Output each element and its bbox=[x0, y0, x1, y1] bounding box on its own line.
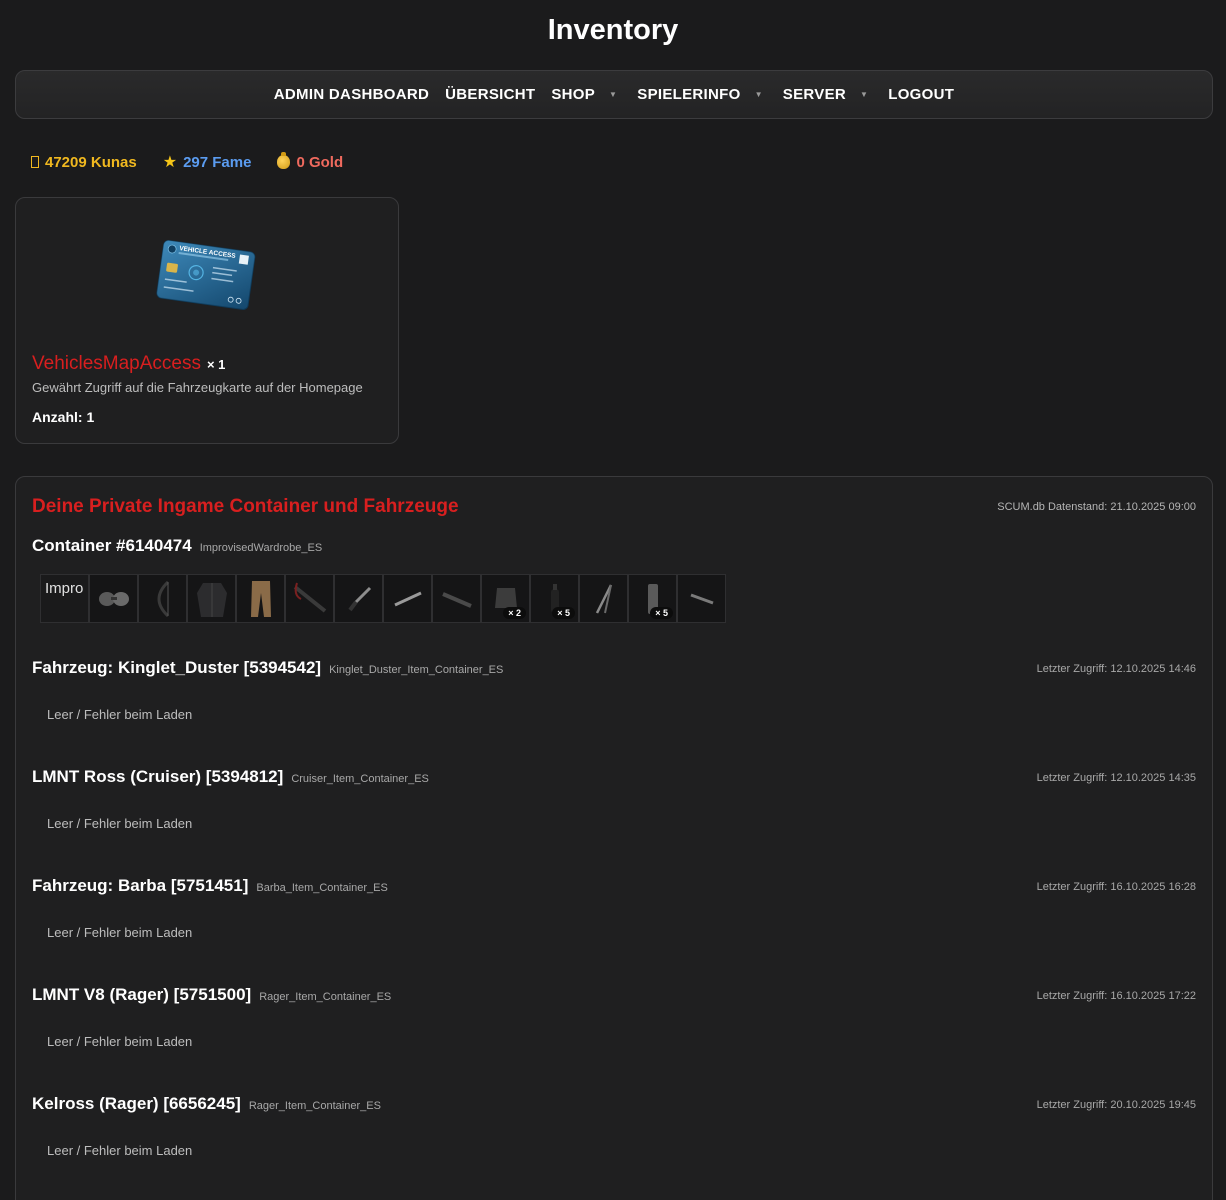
caret-down-icon: ▼ bbox=[754, 90, 763, 99]
slot-quantity-badge: × 5 bbox=[552, 607, 575, 619]
db-timestamp: SCUM.db Datenstand: 21.10.2025 09:00 bbox=[997, 501, 1196, 513]
vehicle-name: LMNT V8 (Rager) [5751500] bbox=[32, 985, 252, 1004]
inventory-slot[interactable] bbox=[89, 574, 138, 623]
item-count: Anzahl: 1 bbox=[32, 409, 95, 425]
inventory-slot[interactable]: × 5 bbox=[628, 574, 677, 623]
containers-title: Deine Private Ingame Container und Fahrz… bbox=[32, 496, 459, 517]
item-name: VehiclesMapAccess bbox=[32, 353, 201, 374]
container-name: Container #6140474 bbox=[32, 536, 192, 555]
vehicle-last-access: Letzter Zugriff: 12.10.2025 14:35 bbox=[1036, 772, 1196, 784]
item-description: Gewährt Zugriff auf die Fahrzeugkarte au… bbox=[32, 380, 363, 395]
vehicle-status: Leer / Fehler beim Laden bbox=[47, 707, 193, 722]
bow-icon bbox=[157, 580, 169, 617]
nav-admin-dashboard[interactable]: ADMIN DASHBOARD bbox=[266, 86, 437, 103]
vehicle-status: Leer / Fehler beim Laden bbox=[47, 816, 193, 831]
caret-down-icon: ▼ bbox=[609, 90, 618, 99]
container-code: ImprovisedWardrobe_ES bbox=[199, 542, 323, 554]
vehicle-header: Fahrzeug: Kinglet_Duster [5394542] Kingl… bbox=[32, 658, 503, 678]
vehicle-header: LMNT Ross (Cruiser) [5394812] Cruiser_It… bbox=[32, 767, 429, 787]
inventory-slot[interactable] bbox=[334, 574, 383, 623]
rod-icon bbox=[393, 591, 422, 606]
nav-logout[interactable]: LOGOUT bbox=[880, 86, 962, 103]
money-bag-icon bbox=[277, 152, 291, 169]
kunas-icon bbox=[31, 156, 39, 168]
broken-image-icon: Impro bbox=[45, 580, 84, 597]
vehicle-code: Kinglet_Duster_Item_Container_ES bbox=[329, 664, 504, 676]
item-qty-inline: × 1 bbox=[206, 357, 226, 372]
nav-uebersicht[interactable]: ÜBERSICHT bbox=[437, 86, 543, 103]
item-name-row: VehiclesMapAccess × 1 bbox=[32, 353, 225, 375]
crossbow-icon bbox=[293, 582, 326, 613]
stat-gold: 0 Gold bbox=[277, 152, 343, 172]
slot-quantity-badge: × 5 bbox=[650, 607, 673, 619]
rifle-icon bbox=[441, 591, 472, 608]
vehicle-last-access: Letzter Zugriff: 16.10.2025 17:22 bbox=[1036, 990, 1196, 1002]
inventory-slot[interactable] bbox=[138, 574, 187, 623]
vehicle-header: Fahrzeug: Barba [5751451] Barba_Item_Con… bbox=[32, 876, 388, 896]
vehicle-code: Barba_Item_Container_ES bbox=[256, 882, 388, 894]
star-icon: ★ bbox=[162, 154, 178, 171]
inventory-item-card: VEHICLE ACCESS VehiclesMapAccess × 1 Gew… bbox=[15, 197, 399, 444]
inventory-slot[interactable] bbox=[383, 574, 432, 623]
caret-down-icon: ▼ bbox=[860, 90, 869, 99]
vehicle-header: Kelross (Rager) [6656245] Rager_Item_Con… bbox=[32, 1094, 381, 1114]
pants-icon bbox=[250, 580, 271, 617]
slot-quantity-badge: × 2 bbox=[503, 607, 526, 619]
vehicle-status: Leer / Fehler beim Laden bbox=[47, 925, 193, 940]
vehicle-code: Rager_Item_Container_ES bbox=[259, 991, 392, 1003]
container-slots: Impro × 2 × 5 × 5 bbox=[40, 574, 726, 623]
inventory-slot[interactable]: Impro bbox=[40, 574, 89, 623]
vehicle-access-card-image: VEHICLE ACCESS bbox=[156, 240, 256, 310]
vehicle-status: Leer / Fehler beim Laden bbox=[47, 1143, 193, 1158]
vehicle-last-access: Letzter Zugriff: 20.10.2025 19:45 bbox=[1036, 1099, 1196, 1111]
tripod-icon bbox=[595, 583, 612, 614]
vehicle-last-access: Letzter Zugriff: 12.10.2025 14:46 bbox=[1036, 663, 1196, 675]
inventory-slot[interactable] bbox=[285, 574, 334, 623]
vehicle-last-access: Letzter Zugriff: 16.10.2025 16:28 bbox=[1036, 881, 1196, 893]
nav-spielerinfo[interactable]: SPIELERINFO ▼ bbox=[629, 86, 775, 103]
stat-kunas: 47209 Kunas bbox=[31, 152, 137, 172]
currency-stats: 47209 Kunas ★ 297 Fame 0 Gold bbox=[31, 152, 343, 172]
vehicle-name: Fahrzeug: Kinglet_Duster [5394542] bbox=[32, 658, 322, 677]
vehicle-name: LMNT Ross (Cruiser) [5394812] bbox=[32, 767, 284, 786]
vehicle-code: Rager_Item_Container_ES bbox=[248, 1100, 381, 1112]
jacket-icon bbox=[196, 582, 227, 617]
vehicle-name: Fahrzeug: Barba [5751451] bbox=[32, 876, 249, 895]
vehicle-code: Cruiser_Item_Container_ES bbox=[291, 773, 429, 785]
inventory-slot[interactable] bbox=[432, 574, 481, 623]
bar-icon bbox=[689, 593, 714, 604]
inventory-slot[interactable] bbox=[579, 574, 628, 623]
main-navbar: ADMIN DASHBOARD ÜBERSICHT SHOP ▼ SPIELERI… bbox=[15, 70, 1213, 119]
vehicle-header: LMNT V8 (Rager) [5751500] Rager_Item_Con… bbox=[32, 985, 391, 1005]
nav-shop[interactable]: SHOP ▼ bbox=[543, 86, 629, 103]
stat-fame: ★ 297 Fame bbox=[162, 153, 252, 172]
vehicle-status: Leer / Fehler beim Laden bbox=[47, 1034, 193, 1049]
inventory-slot[interactable] bbox=[677, 574, 726, 623]
page-title: Inventory bbox=[547, 14, 679, 46]
nav-server[interactable]: SERVER ▼ bbox=[775, 86, 880, 103]
inventory-slot[interactable] bbox=[187, 574, 236, 623]
inventory-slot[interactable]: × 5 bbox=[530, 574, 579, 623]
containers-panel: Deine Private Ingame Container und Fahrz… bbox=[15, 476, 1213, 1200]
container-header: Container #6140474 ImprovisedWardrobe_ES bbox=[32, 536, 322, 556]
inventory-slot[interactable] bbox=[236, 574, 285, 623]
goggles-icon bbox=[98, 591, 129, 606]
vehicle-name: Kelross (Rager) [6656245] bbox=[32, 1094, 241, 1113]
knife-icon bbox=[347, 586, 371, 611]
inventory-slot[interactable]: × 2 bbox=[481, 574, 530, 623]
